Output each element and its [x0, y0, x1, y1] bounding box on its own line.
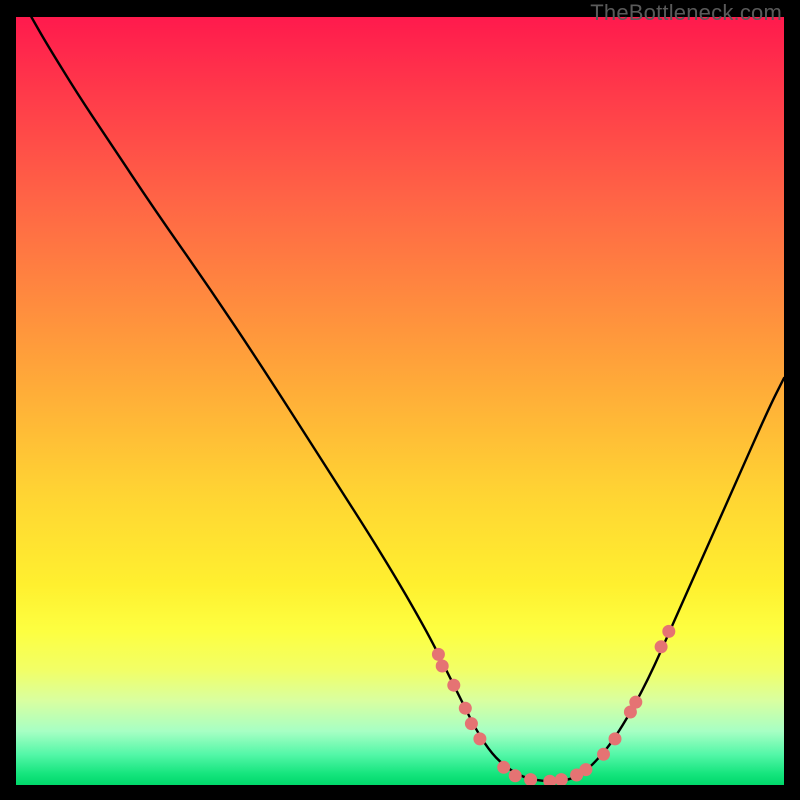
data-point-p10 — [543, 775, 556, 785]
data-point-p9 — [524, 773, 537, 785]
data-point-p2 — [436, 660, 449, 673]
bottleneck-curve-line — [31, 17, 784, 781]
watermark-text: TheBottleneck.com — [590, 0, 782, 26]
data-point-p5 — [465, 717, 478, 730]
data-point-p3 — [447, 679, 460, 692]
data-point-p17 — [629, 696, 642, 709]
data-point-p19 — [662, 625, 675, 638]
data-point-p15 — [609, 732, 622, 745]
data-point-p4 — [459, 702, 472, 715]
data-points-group — [432, 625, 675, 785]
data-point-p14 — [597, 748, 610, 761]
data-point-p6 — [473, 732, 486, 745]
data-point-p13 — [579, 763, 592, 776]
data-point-p1 — [432, 648, 445, 661]
data-point-p7 — [497, 761, 510, 774]
bottleneck-chart — [16, 17, 784, 785]
data-point-p8 — [509, 769, 522, 782]
data-point-p11 — [555, 773, 568, 785]
data-point-p18 — [655, 640, 668, 653]
